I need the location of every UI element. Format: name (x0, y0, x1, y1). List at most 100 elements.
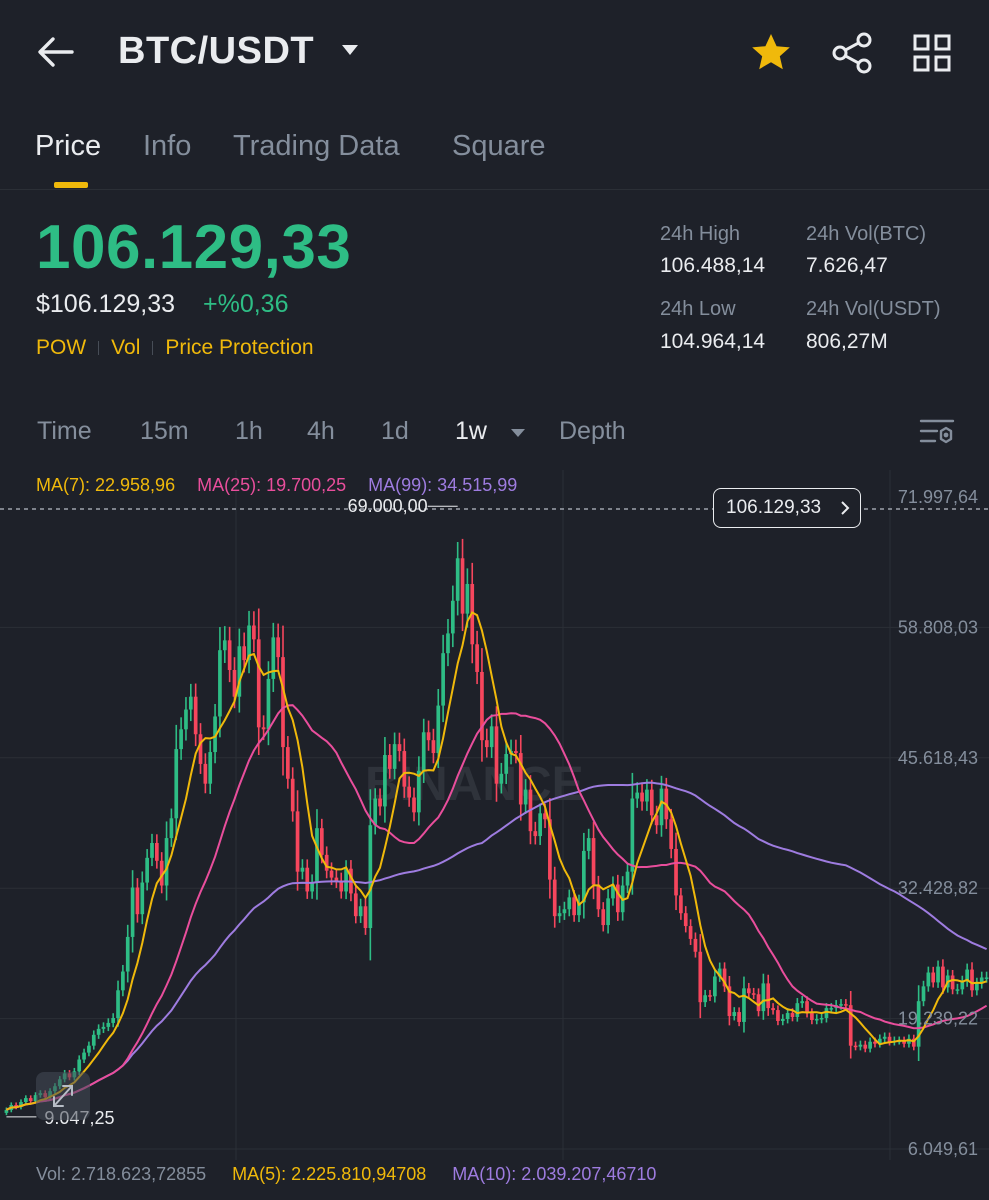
candle-body (300, 867, 305, 872)
candle-body (329, 870, 334, 878)
tab-square[interactable]: Square (452, 130, 546, 163)
candle-body (23, 1098, 28, 1103)
candle-body (87, 1045, 91, 1053)
candle-body (155, 843, 159, 861)
candle-body (601, 909, 606, 926)
candle-body (111, 1017, 116, 1023)
candle-body (732, 1012, 737, 1017)
timeframe-4h[interactable]: 4h (307, 417, 335, 446)
timeframe-time[interactable]: Time (37, 417, 92, 446)
candle-body (446, 633, 450, 654)
candle-body (746, 988, 751, 994)
share-icon[interactable] (830, 32, 874, 74)
candlestick-chart[interactable]: BINANCE69.000,009.047,2571.997,6458.808,… (0, 470, 989, 1200)
candle-body (145, 857, 149, 883)
candle-body (421, 732, 426, 771)
candle-body (674, 848, 678, 896)
candle-body (436, 705, 441, 754)
timeframe-1h[interactable]: 1h (235, 417, 263, 446)
expand-chart-button[interactable] (36, 1072, 90, 1120)
candle-body (552, 879, 557, 917)
candle-body (252, 625, 256, 640)
tag-pow[interactable]: POW (36, 336, 86, 359)
tag-vol[interactable]: Vol (111, 336, 140, 359)
candle-body (567, 897, 572, 910)
candle-body (615, 884, 620, 913)
tag-price-protection[interactable]: Price Protection (165, 336, 313, 359)
tag-divider (98, 341, 100, 356)
candle-body (164, 838, 169, 886)
candle-body (829, 1008, 834, 1010)
back-arrow-icon[interactable] (36, 34, 76, 70)
candle-body (868, 1041, 872, 1049)
candle-body (417, 770, 421, 813)
tab-price[interactable]: Price (35, 130, 101, 163)
candle-body (193, 696, 198, 735)
last-price: 106.129,33 (36, 213, 352, 282)
candle-body (844, 1004, 848, 1006)
candle-body (135, 887, 140, 915)
candle-body (290, 778, 295, 812)
candle-body (800, 1001, 805, 1004)
volume-ma10: MA(10): 2.039.207,46710 (452, 1164, 657, 1184)
pair-title[interactable]: BTC/USDT (118, 30, 314, 73)
candle-body (742, 988, 746, 1022)
candle-body (921, 986, 926, 1002)
candle-body (533, 831, 538, 837)
candle-body (737, 1012, 741, 1022)
candle-body (412, 797, 416, 813)
timeframe-1w[interactable]: 1w (455, 417, 487, 446)
favorite-star-icon[interactable] (750, 32, 792, 72)
candle-body (693, 938, 698, 952)
current-price-badge[interactable]: 106.129,33 (713, 488, 861, 528)
ma7-value: MA(7): 22.958,96 (36, 475, 176, 495)
candle-body (276, 637, 280, 658)
candle-body (460, 558, 465, 614)
candle-body (494, 726, 499, 784)
candle-body (130, 887, 135, 937)
tab-trading-data[interactable]: Trading Data (233, 130, 400, 163)
candle-body (713, 976, 717, 997)
chart-settings-icon[interactable] (918, 416, 956, 448)
candle-body (625, 871, 630, 886)
candle-body (688, 926, 693, 939)
candle-body (955, 989, 960, 991)
candle-body (810, 1013, 814, 1020)
candle-body (581, 850, 586, 903)
candle-body (281, 657, 285, 748)
candle-body (387, 755, 392, 769)
candle-body (426, 732, 431, 741)
candle-body (572, 897, 576, 916)
candle-body (334, 877, 339, 881)
candle-body (766, 983, 771, 1009)
candle-body (227, 640, 232, 670)
timeframe-depth[interactable]: Depth (559, 417, 626, 446)
chevron-right-icon (841, 501, 850, 515)
candle-body (863, 1044, 868, 1049)
candle-body (795, 1003, 800, 1018)
candle-body (679, 895, 683, 914)
candle-body (780, 1018, 785, 1021)
candle-body (814, 1018, 819, 1021)
high-marker-label: 69.000,00 (348, 496, 428, 516)
candle-body (936, 966, 940, 983)
grid-menu-icon[interactable] (912, 33, 952, 73)
volume-ma5: MA(5): 2.225.810,94708 (232, 1164, 427, 1184)
candle-body (101, 1026, 106, 1029)
pair-dropdown-caret-icon[interactable] (340, 42, 360, 58)
timeframe-1d[interactable]: 1d (381, 417, 409, 446)
tab-info[interactable]: Info (143, 130, 191, 163)
candle-body (465, 583, 470, 614)
y-axis-tick-label: 45.618,43 (898, 748, 978, 768)
timeframe-dropdown-caret-icon[interactable] (510, 427, 526, 439)
timeframe-15m[interactable]: 15m (140, 417, 189, 446)
candle-body (683, 913, 688, 927)
candle-body (358, 906, 363, 917)
high-label: 24h High (660, 223, 741, 245)
expand-icon (53, 1085, 73, 1107)
y-axis-tick-label: 6.049,61 (908, 1139, 978, 1159)
candle-body (514, 751, 518, 754)
candle-body (858, 1044, 863, 1047)
price-change-percent: +%0,36 (203, 290, 289, 318)
candle-body (271, 637, 276, 679)
